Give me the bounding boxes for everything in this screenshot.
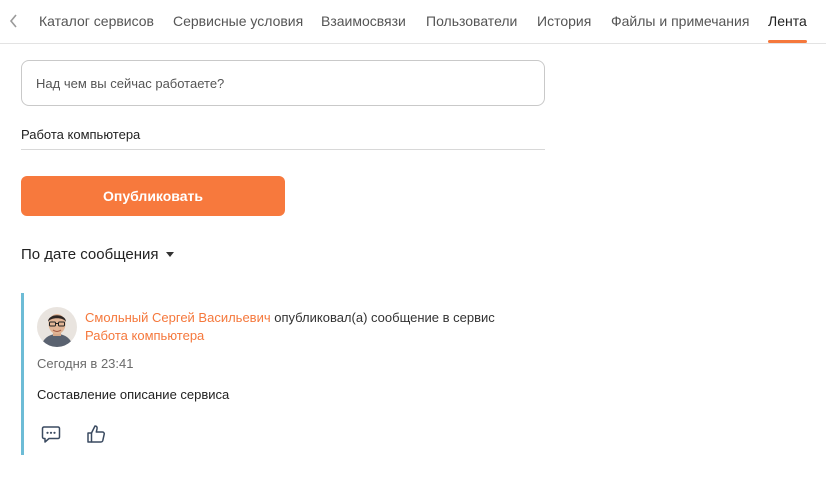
tab-bar: Каталог сервисов Сервисные условия Взаим…	[0, 0, 826, 44]
feed-item: Смольный Сергей Васильевич опубликовал(а…	[21, 293, 541, 455]
tab-service-conditions[interactable]: Сервисные условия	[173, 13, 303, 29]
service-field[interactable]: Работа компьютера	[21, 124, 545, 150]
tab-feed[interactable]: Лента	[768, 13, 807, 29]
tab-users[interactable]: Пользователи	[426, 13, 517, 29]
comment-icon[interactable]	[40, 423, 62, 445]
post-timestamp: Сегодня в 23:41	[37, 356, 134, 371]
caret-down-icon	[165, 252, 174, 257]
tab-relations[interactable]: Взаимосвязи	[321, 13, 406, 29]
tab-history[interactable]: История	[537, 13, 591, 29]
sort-label: По дате сообщения	[21, 246, 159, 263]
sort-dropdown[interactable]: По дате сообщения	[21, 246, 174, 263]
service-link[interactable]: Работа компьютера	[85, 328, 204, 343]
author-link[interactable]: Смольный Сергей Васильевич	[85, 310, 271, 325]
active-tab-indicator	[768, 40, 807, 43]
post-input[interactable]	[21, 60, 545, 106]
publish-button[interactable]: Опубликовать	[21, 176, 285, 216]
avatar[interactable]	[37, 307, 77, 347]
action-text: опубликовал(а) сообщение в сервис	[274, 310, 495, 325]
tab-files-notes[interactable]: Файлы и примечания	[611, 13, 749, 29]
tab-service-catalog[interactable]: Каталог сервисов	[39, 13, 154, 29]
post-message: Составление описание сервиса	[37, 387, 230, 402]
thumbs-up-icon[interactable]	[85, 423, 107, 445]
chevron-left-icon[interactable]	[6, 12, 22, 30]
feed-item-header: Смольный Сергей Васильевич опубликовал(а…	[85, 309, 505, 345]
